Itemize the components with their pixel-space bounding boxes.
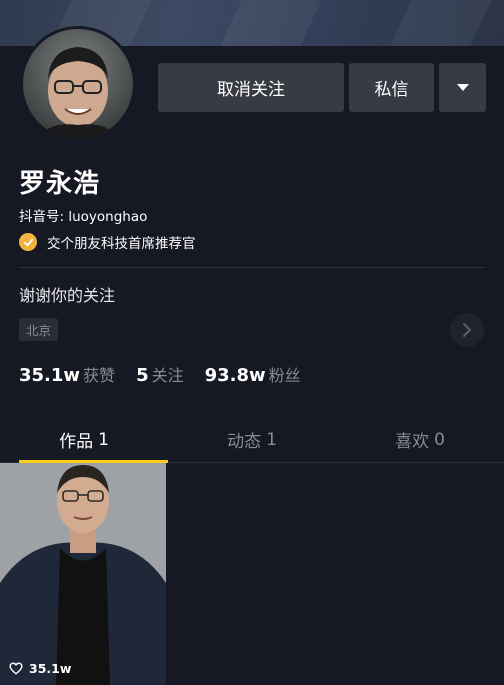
chevron-right-icon bbox=[463, 323, 471, 337]
tab-works-label: 作品 bbox=[59, 432, 94, 452]
divider bbox=[19, 267, 485, 268]
tab-likes-label: 喜欢 bbox=[395, 432, 430, 452]
location-tag: 北京 bbox=[19, 318, 59, 341]
avatar[interactable] bbox=[20, 26, 136, 142]
video-thumbnail[interactable]: 35.1w bbox=[0, 463, 166, 685]
bio-text: 谢谢你的关注 bbox=[19, 286, 116, 305]
following-count[interactable]: 5 bbox=[136, 365, 149, 386]
verified-check-icon bbox=[19, 233, 37, 251]
profile-name: 罗永浩 bbox=[19, 169, 101, 199]
tab-works[interactable]: 作品 1 bbox=[0, 417, 168, 463]
tab-likes[interactable]: 喜欢 0 bbox=[336, 417, 504, 462]
more-options-button[interactable] bbox=[439, 63, 486, 112]
tab-moments-count: 1 bbox=[266, 429, 277, 450]
likes-label: 获赞 bbox=[83, 366, 116, 385]
video-likes: 35.1w bbox=[9, 661, 71, 676]
video-cover-image bbox=[0, 463, 166, 685]
verification-text: 交个朋友科技首席推荐官 bbox=[47, 236, 196, 252]
tab-works-count: 1 bbox=[98, 429, 109, 450]
expand-profile-button[interactable] bbox=[450, 313, 484, 347]
tab-moments-label: 动态 bbox=[227, 432, 262, 452]
avatar-image bbox=[23, 29, 133, 139]
tab-moments[interactable]: 动态 1 bbox=[168, 417, 336, 462]
likes-count: 35.1w bbox=[19, 365, 81, 386]
following-label[interactable]: 关注 bbox=[152, 362, 184, 386]
followers-label[interactable]: 粉丝 bbox=[269, 362, 301, 386]
verification-row: 交个朋友科技首席推荐官 bbox=[19, 232, 196, 252]
douyin-id: 抖音号: luoyonghao bbox=[19, 209, 148, 225]
followers-count[interactable]: 93.8w bbox=[205, 365, 266, 386]
tab-likes-count: 0 bbox=[434, 429, 445, 450]
content-tabs: 作品 1 动态 1 喜欢 0 bbox=[0, 417, 504, 463]
profile-stats: 35.1w 获赞 5 关注 93.8w 粉丝 bbox=[19, 362, 322, 386]
heart-icon bbox=[9, 662, 23, 675]
video-likes-count: 35.1w bbox=[29, 661, 72, 676]
message-button[interactable]: 私信 bbox=[349, 63, 434, 112]
caret-down-icon bbox=[456, 84, 469, 91]
unfollow-button[interactable]: 取消关注 bbox=[158, 63, 344, 112]
